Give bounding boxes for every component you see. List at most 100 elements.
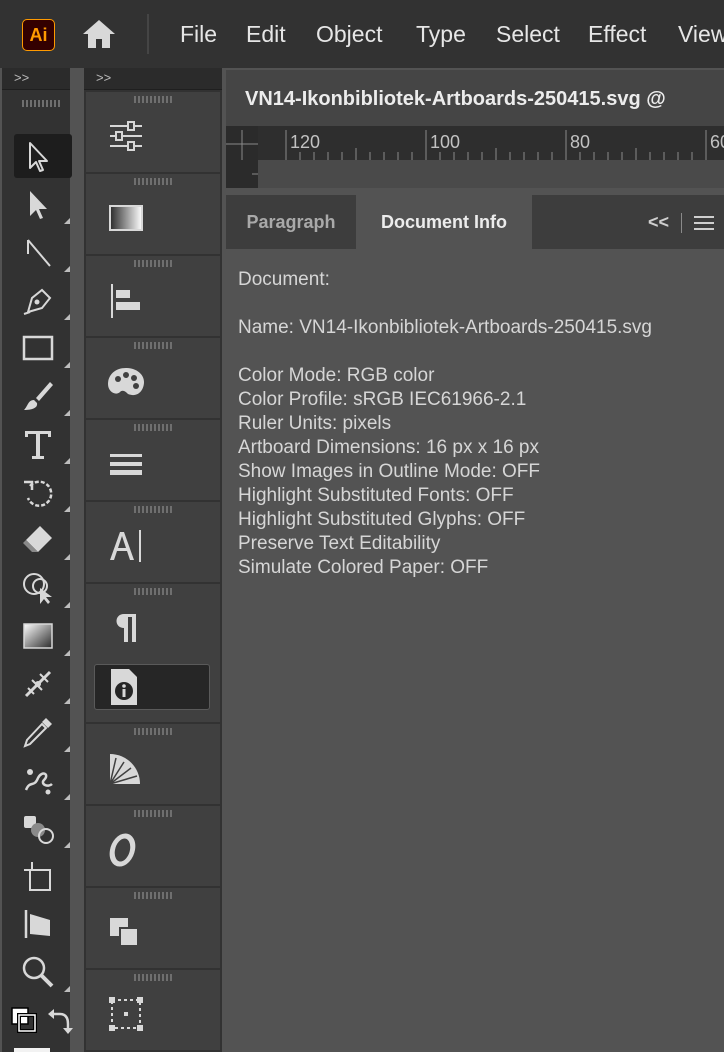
- swap-icon: [48, 1009, 73, 1034]
- panel-collapse-button[interactable]: <<: [648, 212, 669, 233]
- align-panel-button[interactable]: [86, 256, 220, 336]
- properties-icon: [110, 121, 142, 151]
- doc-info-line: Ruler Units: pixels: [238, 413, 392, 434]
- character-panel-icon: [110, 530, 141, 562]
- blend-tool[interactable]: [14, 806, 72, 850]
- panel-divider: [681, 212, 682, 233]
- shape-builder-tool-icon: [23, 573, 52, 604]
- line-segment-tool[interactable]: [14, 230, 72, 274]
- gradient-tool[interactable]: [14, 614, 72, 658]
- zoom-tool[interactable]: [14, 950, 72, 994]
- tools-collapse-button[interactable]: >>: [14, 70, 29, 85]
- document-title: VN14-Ikonbibliotek-Artboards-250415.svg …: [245, 88, 666, 110]
- rotate-tool[interactable]: [14, 470, 72, 514]
- tool-flyout-corner: [64, 746, 70, 752]
- rectangle-tool-icon: [22, 335, 54, 361]
- panel-grip[interactable]: [134, 810, 174, 817]
- panel-dock-collapse-button[interactable]: >>: [96, 70, 111, 85]
- gradient-panel-button[interactable]: [86, 174, 220, 254]
- document-info-panel-button[interactable]: [94, 664, 210, 710]
- direct-selection-tool[interactable]: [14, 182, 72, 226]
- draw-mode-swatch[interactable]: [14, 1048, 50, 1052]
- menu-object[interactable]: Object: [316, 21, 382, 48]
- transform-panel-button[interactable]: [86, 970, 220, 1050]
- width-tool[interactable]: [14, 662, 72, 706]
- type-tool[interactable]: [14, 422, 72, 466]
- menu-view[interactable]: View: [678, 21, 724, 48]
- panel-grip[interactable]: [134, 506, 174, 513]
- ruler-label: 120: [290, 132, 321, 152]
- panel-grip[interactable]: [134, 96, 174, 103]
- canvas-area[interactable]: [258, 160, 724, 188]
- rotate-tool-icon: [24, 480, 53, 507]
- doc-info-line: Preserve Text Editability: [238, 533, 441, 554]
- paragraph-panel-button[interactable]: [86, 584, 220, 722]
- tool-flyout-corner: [64, 314, 70, 320]
- horizontal-ruler[interactable]: 120 100 80 60: [226, 126, 724, 160]
- gradient-panel-icon: [109, 205, 143, 231]
- eyedropper-tool-icon: [23, 718, 52, 748]
- pen-tool[interactable]: [14, 278, 72, 322]
- eyedropper-tool[interactable]: [14, 710, 72, 754]
- tab-paragraph[interactable]: Paragraph: [226, 195, 356, 249]
- tool-flyout-corner: [64, 266, 70, 272]
- menu-edit[interactable]: Edit: [246, 21, 286, 48]
- menu-type[interactable]: Type: [416, 21, 466, 48]
- paintbrush-tool[interactable]: [14, 374, 72, 418]
- doc-info-line: Highlight Substituted Fonts: OFF: [238, 485, 514, 506]
- pathfinder-panel-icon: [110, 918, 139, 947]
- pathfinder-panel-button[interactable]: [86, 888, 220, 968]
- panel-grip[interactable]: [134, 892, 174, 899]
- panel-grip[interactable]: [134, 260, 174, 267]
- panel-grip[interactable]: [134, 728, 174, 735]
- home-icon[interactable]: [80, 17, 118, 51]
- paintbrush-tool-icon: [24, 382, 53, 410]
- ruler-origin-corner[interactable]: [226, 126, 258, 188]
- transform-panel-icon: [109, 997, 143, 1031]
- panel-grip[interactable]: [134, 588, 174, 595]
- document-info-icon: [111, 669, 137, 705]
- swap-fill-stroke[interactable]: [42, 1002, 73, 1038]
- doc-info-spacer: [238, 292, 652, 316]
- doc-info-name: Name: VN14-Ikonbibliotek-Artboards-25041…: [238, 317, 652, 338]
- ruler-label: 60: [710, 132, 724, 152]
- eraser-tool[interactable]: [14, 518, 72, 562]
- tool-flyout-corner: [64, 602, 70, 608]
- character-panel-button[interactable]: [86, 502, 220, 582]
- panel-grip[interactable]: [134, 178, 174, 185]
- menu-select[interactable]: Select: [496, 21, 560, 48]
- panel-grip[interactable]: [134, 342, 174, 349]
- opentype-panel-button[interactable]: [86, 806, 220, 886]
- align-panel-icon: [111, 284, 140, 318]
- tool-flyout-corner: [64, 458, 70, 464]
- symbol-sprayer-tool[interactable]: [14, 758, 72, 802]
- perspective-tool-icon: [24, 910, 50, 938]
- shape-builder-tool[interactable]: [14, 566, 72, 610]
- menu-file[interactable]: File: [180, 21, 217, 48]
- document-tab[interactable]: VN14-Ikonbibliotek-Artboards-250415.svg …: [226, 70, 724, 126]
- hamburger-icon[interactable]: [694, 214, 714, 232]
- rectangle-tool[interactable]: [14, 326, 72, 370]
- panel-grip[interactable]: [134, 974, 174, 981]
- stroke-panel-button[interactable]: [86, 420, 220, 500]
- ruler-origin-icon: [226, 130, 258, 175]
- transparency-panel-button[interactable]: [86, 724, 220, 804]
- artboard-tool[interactable]: [14, 854, 72, 898]
- color-themes-panel-button[interactable]: [86, 338, 220, 418]
- menu-effect[interactable]: Effect: [588, 21, 646, 48]
- panel-grip[interactable]: [134, 424, 174, 431]
- pen-tool-icon: [23, 288, 52, 315]
- fill-stroke-swatch[interactable]: [6, 1002, 40, 1038]
- selection-tool[interactable]: [14, 134, 72, 178]
- panel-tab-bar: Paragraph Document Info <<: [226, 195, 724, 249]
- perspective-tool[interactable]: [14, 902, 72, 946]
- tool-flyout-corner: [64, 410, 70, 416]
- tool-flyout-corner: [64, 698, 70, 704]
- properties-panel-button[interactable]: [86, 92, 220, 172]
- tab-document-info[interactable]: Document Info: [356, 195, 532, 249]
- tools-grip[interactable]: [22, 100, 60, 107]
- direct-selection-tool-icon: [30, 191, 47, 219]
- zoom-tool-icon: [22, 956, 54, 988]
- doc-info-line: Color Mode: RGB color: [238, 365, 435, 386]
- artboard-tool-icon: [24, 862, 51, 891]
